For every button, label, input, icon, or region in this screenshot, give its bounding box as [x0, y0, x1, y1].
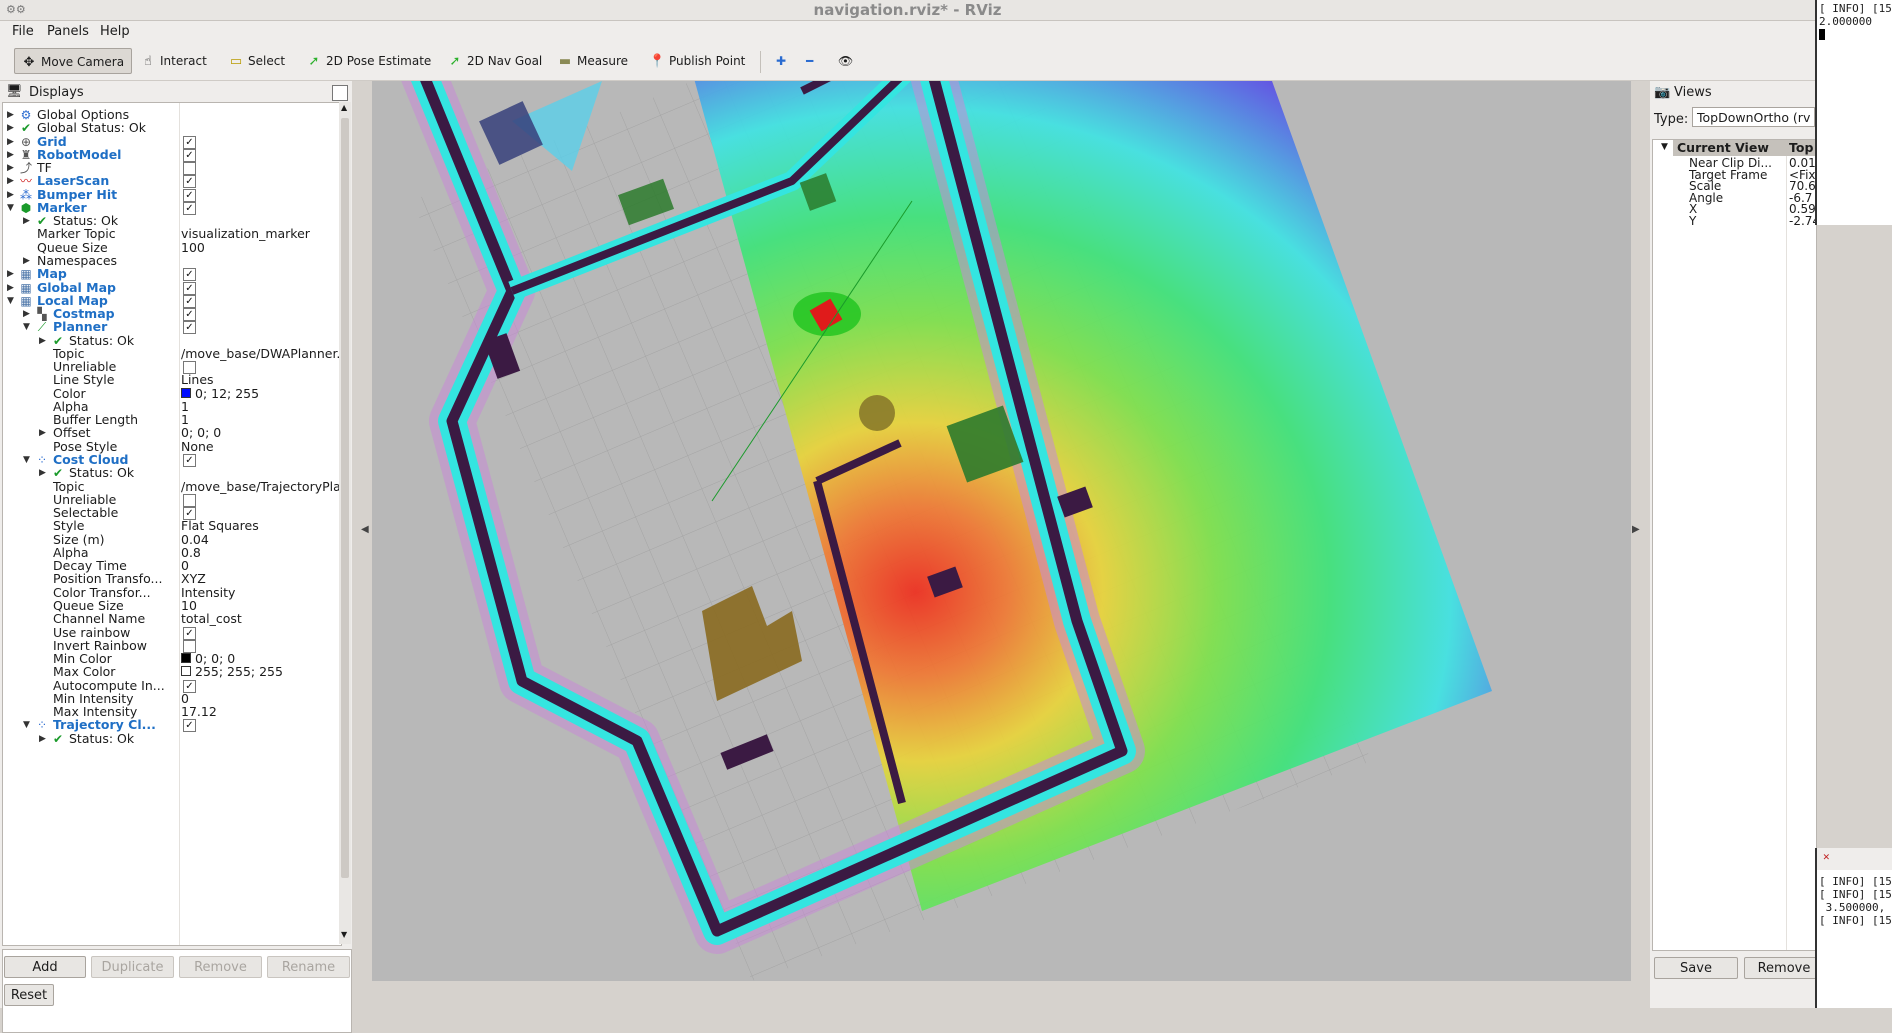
save-view-button[interactable]: Save — [1654, 957, 1738, 979]
displays-panel: 🖥 Displays ▶ ⚙ Global Options ▶ ✔ Global Stat… — [0, 81, 352, 1033]
displays-scrollbar[interactable]: ▲ ▼ — [339, 102, 351, 944]
scroll-down-icon[interactable]: ▼ — [341, 930, 347, 939]
terminal-line: [ INFO] [156 — [1819, 888, 1892, 901]
goal-arrow-icon: ➚ — [449, 54, 461, 69]
terminal-cursor — [1819, 29, 1825, 40]
type-label: Type: — [1654, 112, 1689, 127]
add-tool-button[interactable]: ✚ — [770, 48, 792, 74]
terminal-titlebar: ✕ — [1817, 848, 1892, 870]
select-icon: ▭ — [229, 54, 243, 69]
display-row-label: Status: Ok — [69, 730, 135, 746]
terminal-line: [ INFO] [156 — [1819, 2, 1892, 15]
move-camera-tool[interactable]: ✥ Move Camera — [14, 48, 132, 74]
views-title: Views — [1674, 85, 1712, 100]
remove-view-button[interactable]: Remove — [1744, 957, 1824, 979]
camera-icon: 📷 — [1654, 85, 1671, 100]
views-tree[interactable]: ▼ Current View Top Near Clip Di... 0.01 Ta… — [1652, 139, 1817, 951]
title-bar: ⚙⚙ navigation.rviz* - RViz — [0, 0, 1815, 21]
terminal-window-bottom: ✕ [ INFO] [156 [ INFO] [156 3.500000, y:… — [1815, 848, 1892, 1008]
nav-goal-tool[interactable]: ➚ 2D Nav Goal — [441, 48, 548, 74]
views-column-divider — [1786, 156, 1787, 950]
interact-tool[interactable]: ☝ Interact — [134, 48, 213, 74]
nav-goal-label: 2D Nav Goal — [467, 54, 543, 68]
displays-title: Displays — [29, 85, 84, 100]
view-type-select[interactable]: TopDownOrtho (rv — [1692, 107, 1815, 127]
pose-estimate-tool[interactable]: ➚ 2D Pose Estimate — [300, 48, 437, 74]
check-icon: ✔ — [52, 731, 64, 746]
plus-icon: ✚ — [776, 54, 787, 68]
window-title: navigation.rviz* - RViz — [813, 1, 1002, 19]
reset-button[interactable]: Reset — [4, 984, 54, 1006]
monitor-icon: 🖥 — [6, 84, 23, 99]
expand-arrow-icon[interactable]: ▶ — [39, 731, 46, 747]
render-viewport[interactable] — [372, 81, 1631, 981]
publish-point-label: Publish Point — [669, 54, 746, 68]
publish-point-tool[interactable]: 📍 Publish Point — [643, 48, 751, 74]
eye-icon: 👁 — [838, 54, 854, 68]
select-tool[interactable]: ▭ Select — [222, 48, 291, 74]
interact-label: Interact — [160, 54, 207, 68]
minus-icon: ━ — [806, 54, 814, 68]
terminal-line: [ INFO] [156 — [1819, 914, 1892, 927]
move-camera-label: Move Camera — [41, 55, 125, 69]
remove-button[interactable]: Remove — [179, 956, 262, 978]
color-swatch — [181, 666, 191, 677]
hand-icon: ☝ — [144, 54, 152, 69]
terminal-line: 2.000000 — [1819, 15, 1872, 28]
scroll-thumb[interactable] — [341, 118, 349, 878]
pose-estimate-label: 2D Pose Estimate — [326, 54, 432, 68]
rename-button[interactable]: Rename — [267, 956, 350, 978]
display-row[interactable]: ▶ ✔ Status: Ok — [3, 731, 341, 747]
view-toggle-button[interactable]: 👁 — [832, 48, 859, 74]
measure-label: Measure — [577, 54, 628, 68]
menu-bar: File Panels Help — [0, 21, 1815, 43]
current-view-header: Current View — [1673, 140, 1789, 156]
undock-button[interactable] — [332, 85, 348, 101]
menu-help[interactable]: Help — [100, 24, 130, 39]
select-label: Select — [248, 54, 286, 68]
expand-icon[interactable]: ▼ — [1661, 142, 1668, 152]
terminal-line: 3.500000, y: — [1825, 901, 1892, 914]
current-view-value: Top — [1787, 140, 1816, 156]
displays-tree[interactable]: ▶ ⚙ Global Options ▶ ✔ Global Status: Ok ▶ ⊕ Gri… — [2, 102, 342, 946]
toolbar-separator — [760, 51, 761, 73]
view-property-label: Y — [1689, 214, 1697, 228]
terminal-window-top: [ INFO] [156 2.000000 — [1815, 0, 1892, 225]
displays-header: 🖥 Displays — [2, 83, 350, 101]
scroll-up-icon[interactable]: ▲ — [341, 103, 347, 112]
right-collapse-icon[interactable]: ▶ — [1632, 524, 1640, 535]
map-pin-icon: 📍 — [649, 54, 666, 69]
measure-tool[interactable]: ▬ Measure — [551, 48, 634, 74]
ruler-icon: ▬ — [558, 54, 572, 69]
pose-arrow-icon: ➚ — [308, 54, 320, 69]
color-swatch — [181, 387, 191, 398]
move-camera-icon: ✥ — [23, 55, 35, 70]
menu-panels[interactable]: Panels — [47, 24, 89, 39]
view-property-value[interactable]: -2.74319 — [1789, 215, 1816, 227]
left-collapse-icon[interactable]: ◀ — [361, 524, 369, 535]
toolbar: ✥ Move Camera ☝ Interact ▭ Select ➚ 2D Pose … — [0, 43, 1815, 81]
add-button[interactable]: Add — [4, 956, 86, 978]
menu-file[interactable]: File — [12, 24, 34, 39]
view-property-row[interactable]: Y -2.74319 — [1653, 214, 1816, 228]
views-panel: 📷 Views Type: TopDownOrtho (rv ▼ Current… — [1650, 81, 1824, 1008]
terminal-line: [ INFO] [156 — [1819, 875, 1892, 888]
remove-tool-button[interactable]: ━ — [800, 48, 819, 74]
map-render — [372, 81, 1631, 981]
x-logo-icon: ✕ — [1823, 850, 1830, 863]
color-swatch — [181, 653, 191, 664]
duplicate-button[interactable]: Duplicate — [91, 956, 174, 978]
